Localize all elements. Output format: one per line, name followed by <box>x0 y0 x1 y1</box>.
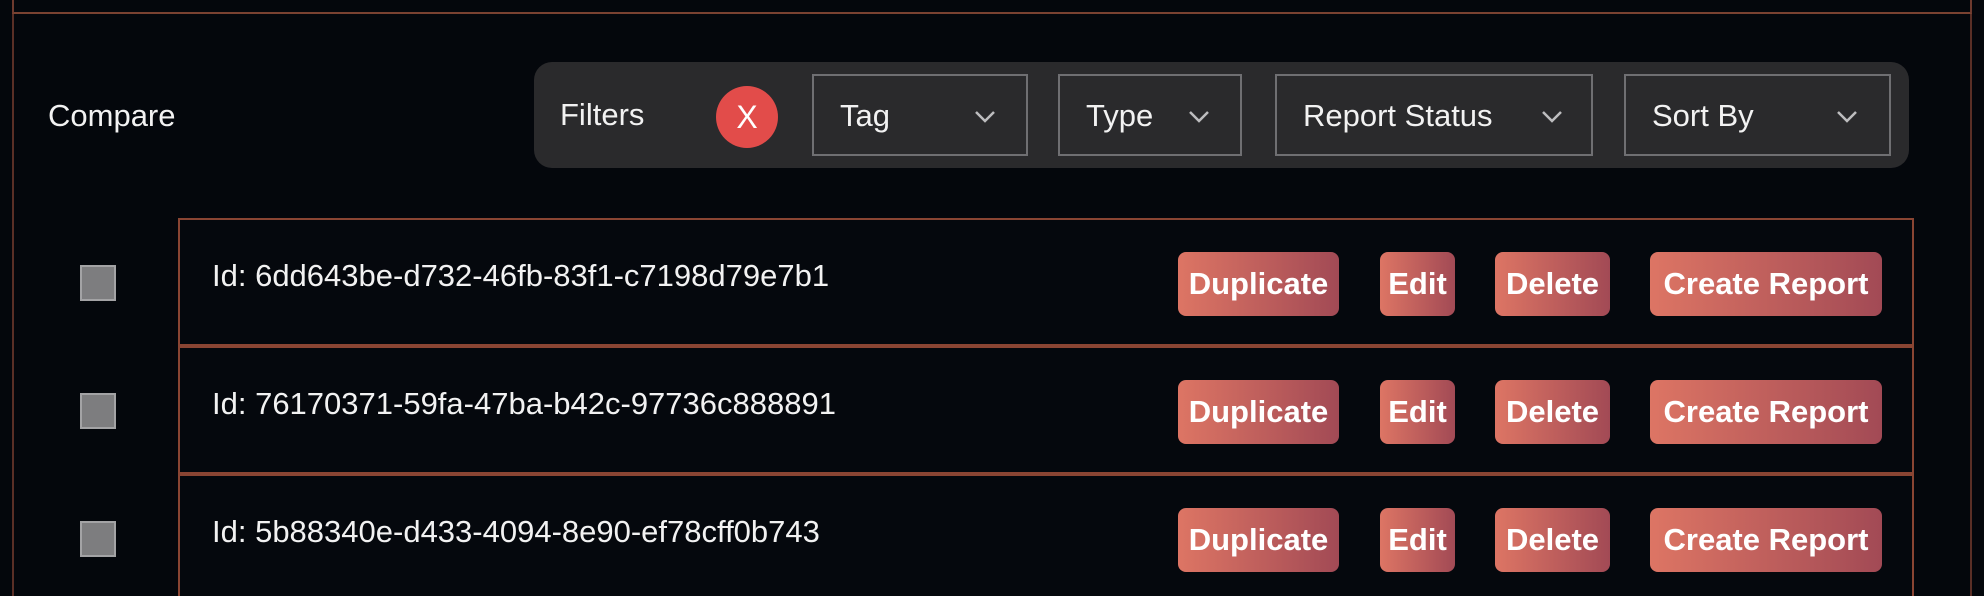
sort-by-select[interactable]: Sort By <box>1624 74 1891 156</box>
filters-label: Filters <box>560 97 645 132</box>
item-id: Id: 76170371-59fa-47ba-b42c-97736c888891 <box>212 386 836 421</box>
list-item: Id: 5b88340e-d433-4094-8e90-ef78cff0b743… <box>178 474 1914 596</box>
chevron-down-icon <box>972 103 998 129</box>
report-status-select[interactable]: Report Status <box>1275 74 1593 156</box>
delete-button[interactable]: Delete <box>1495 252 1610 316</box>
duplicate-button[interactable]: Duplicate <box>1178 380 1339 444</box>
report-status-select-label: Report Status <box>1303 98 1493 133</box>
right-frame-border <box>1970 14 1972 596</box>
sort-by-select-label: Sort By <box>1652 98 1754 133</box>
chevron-down-icon <box>1186 103 1212 129</box>
duplicate-button[interactable]: Duplicate <box>1178 252 1339 316</box>
clear-filters-button[interactable]: X <box>716 86 778 148</box>
compare-checkbox[interactable] <box>80 393 116 429</box>
top-frame-border <box>12 0 1972 14</box>
item-id: Id: 5b88340e-d433-4094-8e90-ef78cff0b743 <box>212 514 820 549</box>
edit-button[interactable]: Edit <box>1380 252 1455 316</box>
left-frame-border <box>12 14 14 596</box>
type-select-label: Type <box>1086 98 1154 133</box>
item-id: Id: 6dd643be-d732-46fb-83f1-c7198d79e7b1 <box>212 258 830 293</box>
chevron-down-icon <box>1539 103 1565 129</box>
duplicate-button[interactable]: Duplicate <box>1178 508 1339 572</box>
compare-checkbox[interactable] <box>80 521 116 557</box>
list-item: Id: 76170371-59fa-47ba-b42c-97736c888891… <box>178 346 1914 474</box>
compare-label: Compare <box>48 98 176 133</box>
compare-checkbox[interactable] <box>80 265 116 301</box>
screen: Compare Filters X Tag Type Report Status… <box>0 0 1984 596</box>
edit-button[interactable]: Edit <box>1380 380 1455 444</box>
create-report-button[interactable]: Create Report <box>1650 252 1882 316</box>
create-report-button[interactable]: Create Report <box>1650 508 1882 572</box>
chevron-down-icon <box>1834 103 1860 129</box>
list-item: Id: 6dd643be-d732-46fb-83f1-c7198d79e7b1… <box>178 218 1914 346</box>
edit-button[interactable]: Edit <box>1380 508 1455 572</box>
type-select[interactable]: Type <box>1058 74 1242 156</box>
delete-button[interactable]: Delete <box>1495 380 1610 444</box>
tag-select[interactable]: Tag <box>812 74 1028 156</box>
tag-select-label: Tag <box>840 98 890 133</box>
create-report-button[interactable]: Create Report <box>1650 380 1882 444</box>
delete-button[interactable]: Delete <box>1495 508 1610 572</box>
filter-bar: Filters X Tag Type Report Status Sort By <box>534 62 1909 168</box>
